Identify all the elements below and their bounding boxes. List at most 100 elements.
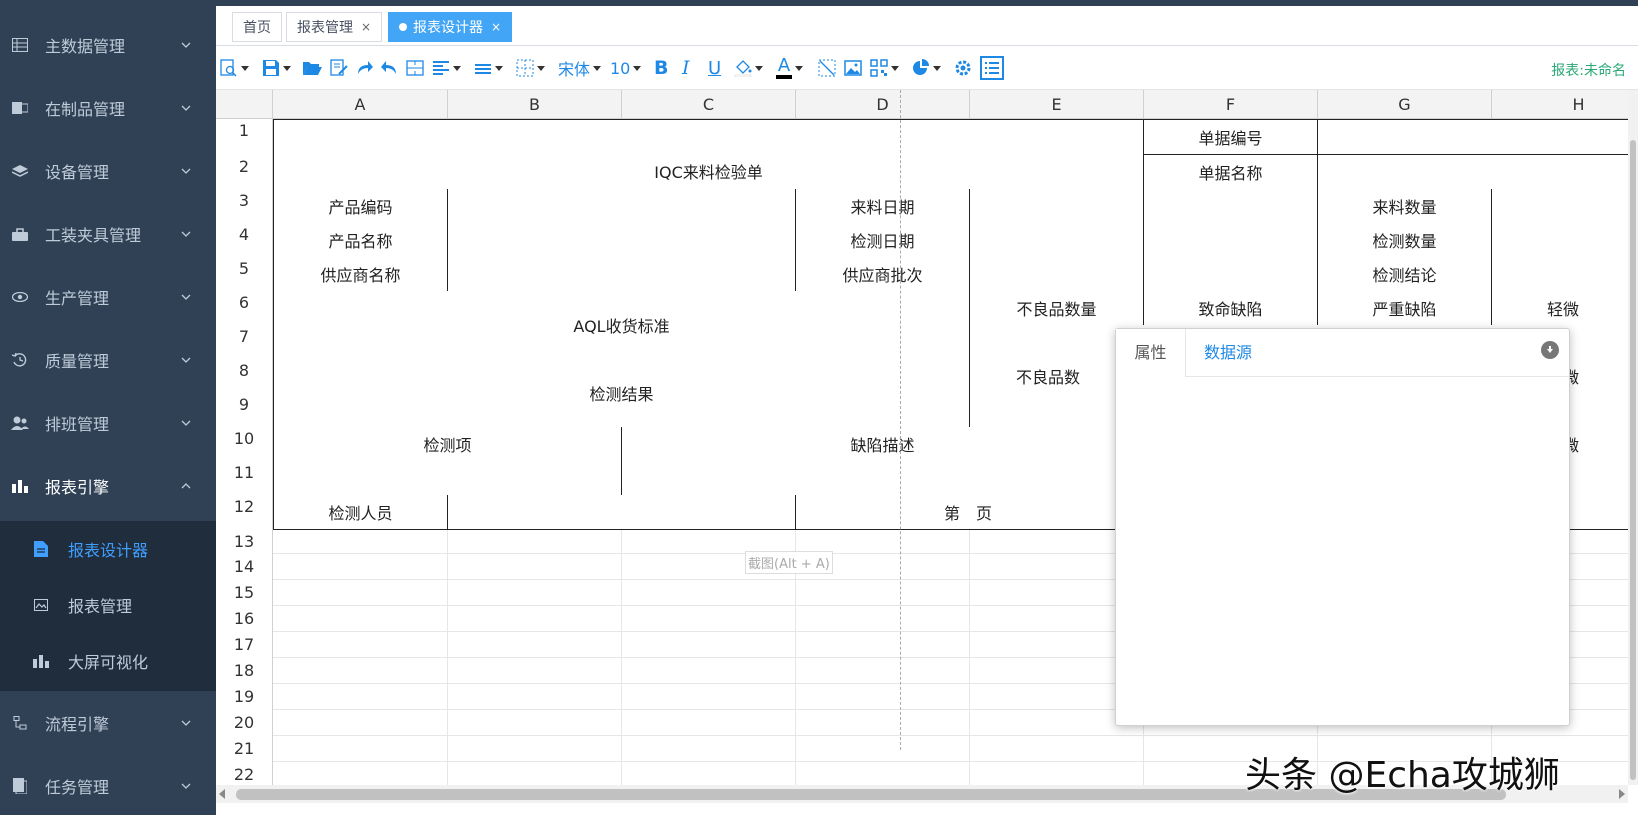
close-icon[interactable]: ×: [491, 20, 501, 34]
row-header[interactable]: 6: [216, 291, 272, 325]
border-button[interactable]: [516, 54, 545, 82]
italic-button[interactable]: I: [682, 54, 690, 82]
cell-inspect-result-value[interactable]: [1491, 257, 1628, 292]
sidebar-item-equipment[interactable]: 设备管理: [0, 139, 216, 202]
clear-format-button[interactable]: [818, 54, 836, 82]
tab-home[interactable]: 首页: [232, 12, 282, 42]
row-header[interactable]: 16: [216, 606, 272, 632]
cell-inspect-outcome[interactable]: 检测结果: [273, 359, 970, 428]
column-header[interactable]: C: [622, 90, 796, 119]
undo-button[interactable]: [380, 54, 398, 82]
row-header[interactable]: 17: [216, 632, 272, 658]
cell-arrival-qty-label[interactable]: 来料数量: [1317, 189, 1492, 224]
fill-color-button[interactable]: [734, 54, 763, 82]
tab-report-management[interactable]: 报表管理 ×: [286, 12, 383, 42]
sidebar-item-master-data[interactable]: 主数据管理: [0, 13, 216, 76]
vertical-align-button[interactable]: [474, 54, 503, 82]
cell-doc-no-value[interactable]: [1317, 119, 1628, 155]
sidebar-subitem-report-management[interactable]: 报表管理: [0, 577, 216, 633]
column-header[interactable]: G: [1318, 90, 1492, 119]
cell-aql[interactable]: AQL收货标准: [273, 291, 970, 360]
row-header[interactable]: 21: [216, 736, 272, 762]
row-header[interactable]: 12: [216, 495, 272, 529]
cell-supplier-name-label[interactable]: 供应商名称: [273, 257, 448, 292]
redo-button[interactable]: [356, 54, 374, 82]
cell-doc-name-value[interactable]: [1317, 154, 1628, 190]
underline-button[interactable]: U: [708, 54, 721, 82]
tab-report-designer[interactable]: 报表设计器 ×: [388, 12, 513, 42]
cell-defect-desc-label[interactable]: 缺陷描述: [621, 427, 1144, 462]
row-header[interactable]: 15: [216, 580, 272, 606]
column-header[interactable]: H: [1492, 90, 1628, 119]
row-header[interactable]: 20: [216, 710, 272, 736]
preview-button[interactable]: [220, 54, 249, 82]
cell-product-name-label[interactable]: 产品名称: [273, 223, 448, 258]
cell-inspect-item-label[interactable]: 检测项: [273, 427, 622, 462]
sidebar-item-quality[interactable]: 质量管理: [0, 328, 216, 391]
row-header[interactable]: 5: [216, 257, 272, 291]
sidebar-item-wip[interactable]: 在制品管理: [0, 76, 216, 139]
cell-inspect-qty-value[interactable]: [1491, 223, 1628, 258]
save-button[interactable]: [262, 54, 291, 82]
cell-arrival-qty-value[interactable]: [1491, 189, 1628, 224]
row-header[interactable]: 2: [216, 155, 272, 189]
cell-major-label[interactable]: 严重缺陷: [1317, 291, 1492, 326]
cell-arrival-date-label[interactable]: 来料日期: [795, 189, 970, 224]
column-header[interactable]: D: [796, 90, 970, 119]
insert-image-button[interactable]: [844, 54, 862, 82]
row-header[interactable]: 14: [216, 554, 272, 580]
column-header[interactable]: F: [1144, 90, 1318, 119]
cell-title[interactable]: IQC来料检验单: [273, 119, 1144, 190]
cell-supplier-batch-label[interactable]: 供应商批次: [795, 257, 970, 292]
cell-product-name-value[interactable]: [447, 223, 796, 258]
sidebar-item-task[interactable]: 任务管理: [0, 754, 216, 817]
cell-minor-label[interactable]: 轻微: [1491, 291, 1628, 326]
select-all-corner[interactable]: [216, 90, 273, 119]
cell-inspector-label[interactable]: 检测人员: [273, 495, 448, 530]
vertical-scrollbar[interactable]: [1628, 90, 1638, 785]
column-header[interactable]: E: [970, 90, 1144, 119]
row-header[interactable]: 7: [216, 325, 272, 359]
cell-product-code-value[interactable]: [447, 189, 796, 224]
row-header[interactable]: 1: [216, 119, 272, 155]
insert-qrcode-button[interactable]: [870, 54, 899, 82]
close-icon[interactable]: ×: [361, 20, 371, 34]
sidebar-subitem-big-screen[interactable]: 大屏可视化: [0, 633, 216, 689]
row-header[interactable]: 13: [216, 529, 272, 554]
font-color-button[interactable]: A: [776, 54, 803, 82]
bold-button[interactable]: B: [654, 54, 668, 82]
cell-inspect-item-value[interactable]: [273, 461, 622, 496]
row-header[interactable]: 18: [216, 658, 272, 684]
cell-inspect-qty-label[interactable]: 检测数量: [1317, 223, 1492, 258]
sidebar-item-fixture[interactable]: 工装夹具管理: [0, 202, 216, 265]
collapse-panel-button[interactable]: [1541, 341, 1559, 359]
insert-chart-button[interactable]: [912, 54, 941, 82]
scroll-left-icon[interactable]: [219, 789, 225, 799]
row-header[interactable]: 22: [216, 762, 272, 785]
cell-inspector-value[interactable]: [447, 495, 796, 530]
tab-datasource[interactable]: 数据源: [1204, 329, 1252, 377]
cell-arrival-date-value[interactable]: [969, 189, 1144, 224]
cell-doc-no-label[interactable]: 单据编号: [1143, 119, 1318, 155]
column-header[interactable]: A: [273, 90, 448, 119]
row-header[interactable]: 8: [216, 359, 272, 393]
row-header[interactable]: 3: [216, 189, 272, 223]
sidebar-item-flow-engine[interactable]: 流程引擎: [0, 691, 216, 754]
scroll-right-icon[interactable]: [1619, 789, 1625, 799]
align-left-button[interactable]: [432, 54, 461, 82]
row-header[interactable]: 11: [216, 461, 272, 495]
cell-defect-qty-label[interactable]: 不良品数量: [969, 291, 1144, 326]
sidebar-item-production[interactable]: 生产管理: [0, 265, 216, 328]
sidebar-item-report-engine[interactable]: 报表引擎: [0, 454, 216, 517]
sidebar-item-shift[interactable]: 排班管理: [0, 391, 216, 454]
settings-button[interactable]: [954, 54, 972, 82]
row-header[interactable]: 10: [216, 427, 272, 461]
vertical-scroll-thumb[interactable]: [1630, 140, 1636, 780]
cell-doc-name-label[interactable]: 单据名称: [1143, 154, 1318, 190]
cell-inspect-date-value[interactable]: [969, 223, 1144, 258]
sidebar-subitem-report-designer[interactable]: 报表设计器: [0, 521, 216, 577]
edit-button[interactable]: [330, 54, 348, 82]
properties-panel-button[interactable]: [980, 54, 1004, 82]
cell-inspect-date-label[interactable]: 检测日期: [795, 223, 970, 258]
cell-inspect-result-label[interactable]: 检测结论: [1317, 257, 1492, 292]
